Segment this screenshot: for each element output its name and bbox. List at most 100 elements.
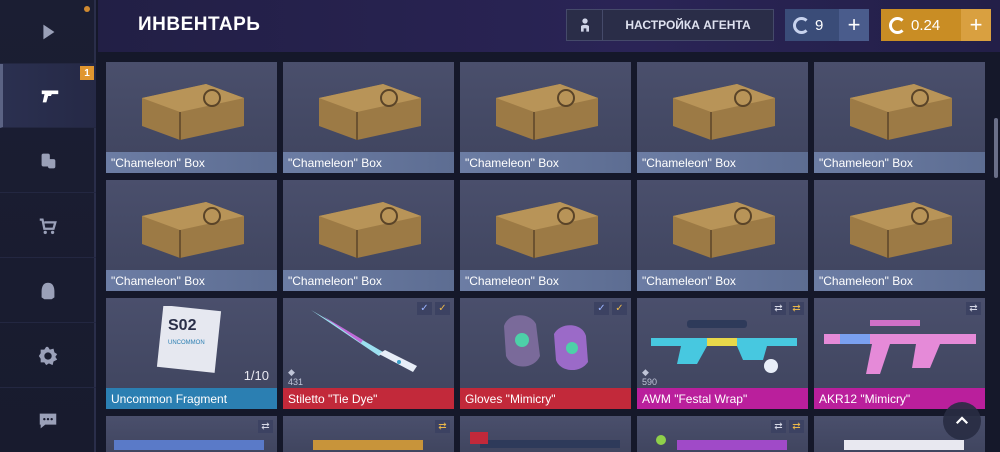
owned-count: ◆ 590 xyxy=(642,367,657,387)
crate-icon xyxy=(142,202,244,258)
item-name: "Chameleon" Box xyxy=(106,152,277,173)
fragment-season: S02 xyxy=(168,317,197,334)
item-name: Uncommon Fragment xyxy=(106,388,277,409)
item-card[interactable]: ⇄ xyxy=(283,416,454,452)
scroll-to-top-button[interactable] xyxy=(943,402,981,440)
crate-icon xyxy=(673,202,775,258)
rifle-icon xyxy=(656,435,787,450)
stack-icon: ◆ xyxy=(288,367,295,377)
silver-value-wrap: 9 xyxy=(785,9,839,41)
crate-icon xyxy=(496,202,598,258)
owned-count: ◆ 431 xyxy=(288,367,303,387)
sidebar-item-market[interactable] xyxy=(0,129,96,193)
agent-settings-button[interactable]: НАСТРОЙКА АГЕНТА xyxy=(566,9,774,41)
item-card[interactable]: "Chameleon" Box xyxy=(460,180,631,291)
inventory-grid: "Chameleon" Box "Chameleon" Box "Chamele… xyxy=(106,62,992,452)
item-name: "Chameleon" Box xyxy=(814,270,985,291)
item-card[interactable]: ⇄ AKR12 "Mimicry" xyxy=(814,298,985,409)
item-name: "Chameleon" Box xyxy=(283,152,454,173)
fragment-card-icon: S02 UNCOMMON xyxy=(156,306,222,373)
crate-icon xyxy=(319,84,421,140)
silver-currency: 9 + xyxy=(785,9,869,41)
stack-icon: ◆ xyxy=(642,367,649,377)
crate-icon xyxy=(142,84,244,140)
gold-coin-icon xyxy=(889,16,906,34)
item-card[interactable]: "Chameleon" Box xyxy=(460,62,631,173)
item-card[interactable]: ✓ ✓ ◆ 431 Stiletto "Tie Dye" xyxy=(283,298,454,409)
gold-value: 0.24 xyxy=(911,16,941,34)
item-flags: ⇄ xyxy=(258,420,273,433)
chevron-up-icon xyxy=(955,416,969,425)
crate-icon xyxy=(319,202,421,258)
shuffle-icon: ⇄ xyxy=(258,420,273,433)
sidebar-item-settings[interactable] xyxy=(0,324,96,388)
item-card[interactable]: S02 UNCOMMON 1/10 Uncommon Fragment xyxy=(106,298,277,409)
crate-icon xyxy=(850,84,952,140)
crate-icon xyxy=(850,202,952,258)
play-button[interactable] xyxy=(0,0,96,64)
item-card[interactable]: "Chameleon" Box xyxy=(637,180,808,291)
item-card[interactable]: "Chameleon" Box xyxy=(283,62,454,173)
silver-value: 9 xyxy=(815,16,824,34)
item-card[interactable]: ✓ ✓ Gloves "Mimicry" xyxy=(460,298,631,409)
item-name: "Chameleon" Box xyxy=(814,152,985,173)
check-icon: ✓ xyxy=(435,302,450,315)
assault-rifle-icon xyxy=(824,320,976,374)
page-title: ИНВЕНТАРЬ xyxy=(138,14,261,35)
item-card[interactable]: "Chameleon" Box xyxy=(106,180,277,291)
item-card[interactable]: ⇄ xyxy=(106,416,277,452)
sidebar-item-chat[interactable] xyxy=(0,389,96,452)
item-card[interactable]: "Chameleon" Box xyxy=(814,180,985,291)
item-name: "Chameleon" Box xyxy=(283,270,454,291)
item-card[interactable]: "Chameleon" Box xyxy=(283,180,454,291)
add-gold-button[interactable]: + xyxy=(961,9,991,41)
item-name: Stiletto "Tie Dye" xyxy=(283,388,454,409)
item-name: "Chameleon" Box xyxy=(637,270,808,291)
gear-icon xyxy=(38,346,58,365)
chat-icon xyxy=(39,413,57,429)
coins-icon xyxy=(41,153,56,168)
sidebar-item-inventory[interactable]: 1 xyxy=(0,64,96,128)
agent-settings-label: НАСТРОЙКА АГЕНТА xyxy=(625,18,751,32)
item-card[interactable]: ⇄ ⇄ xyxy=(637,416,808,452)
gloves-icon xyxy=(504,315,588,371)
item-flags: ⇄ xyxy=(435,420,450,433)
sidebar: 1 xyxy=(0,0,96,452)
gold-currency: 0.24 + xyxy=(881,9,991,41)
helmet-icon xyxy=(41,282,55,299)
item-card[interactable]: "Chameleon" Box xyxy=(106,62,277,173)
item-card[interactable] xyxy=(460,416,631,452)
add-silver-button[interactable]: + xyxy=(839,9,869,41)
rifle-icon xyxy=(844,440,964,450)
item-name: "Chameleon" Box xyxy=(106,270,277,291)
item-name: "Chameleon" Box xyxy=(637,152,808,173)
fragment-count: 1/10 xyxy=(243,368,269,383)
play-icon xyxy=(43,24,55,39)
item-card[interactable]: "Chameleon" Box xyxy=(637,62,808,173)
item-card[interactable]: ⇄ ⇄ ◆ 590 AWM "Festal Wrap" xyxy=(637,298,808,409)
owned-count-value: 431 xyxy=(288,377,304,387)
pistol-icon xyxy=(41,90,58,102)
crate-icon xyxy=(496,84,598,140)
scrollbar[interactable] xyxy=(994,118,998,178)
owned-count-value: 590 xyxy=(642,377,658,387)
inventory-badge: 1 xyxy=(80,66,94,80)
item-card[interactable]: "Chameleon" Box xyxy=(814,62,985,173)
fragment-tag: UNCOMMON xyxy=(168,340,205,346)
item-name: "Chameleon" Box xyxy=(460,152,631,173)
gun-icon xyxy=(313,440,423,450)
item-name: "Chameleon" Box xyxy=(460,270,631,291)
sidebar-item-shop[interactable] xyxy=(0,194,96,258)
crate-icon xyxy=(673,84,775,140)
rifle-icon xyxy=(114,440,264,450)
silver-coin-icon xyxy=(793,16,810,34)
check-icon: ✓ xyxy=(612,302,627,315)
knife-icon xyxy=(311,310,417,372)
item-name: AWM "Festal Wrap" xyxy=(637,388,808,409)
gold-value-wrap: 0.24 xyxy=(881,9,961,41)
item-name: Gloves "Mimicry" xyxy=(460,388,631,409)
cart-icon xyxy=(39,217,57,234)
sniper-rifle-icon xyxy=(651,320,797,373)
sidebar-item-clan[interactable] xyxy=(0,259,96,323)
agent-icon xyxy=(580,18,589,32)
